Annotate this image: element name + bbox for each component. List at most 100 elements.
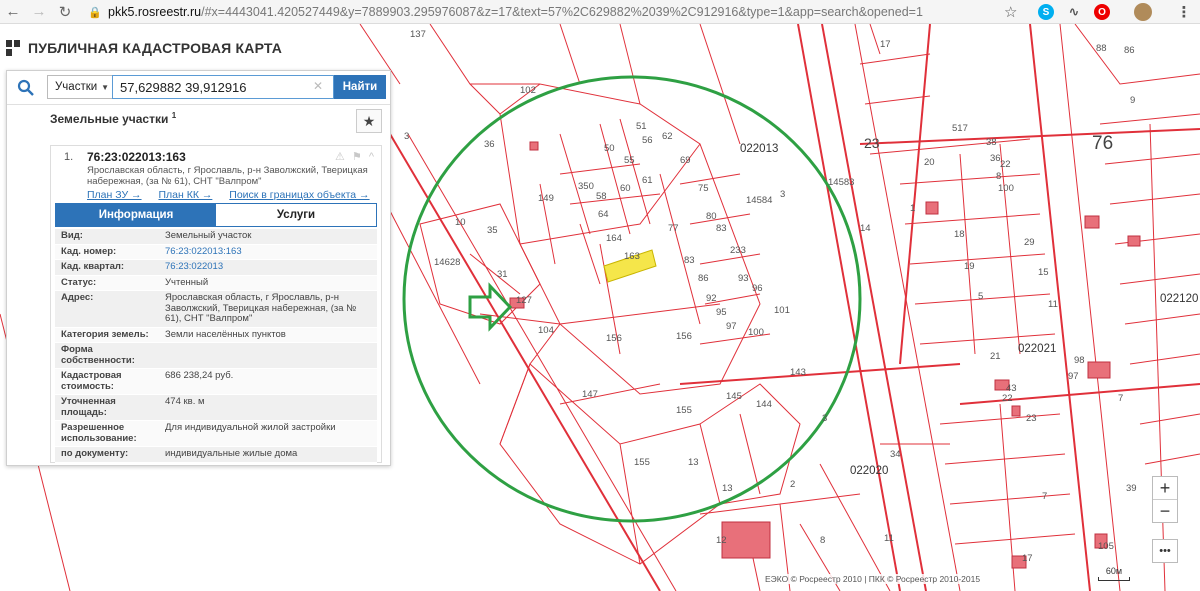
site-header: ПУБЛИЧНАЯ КАДАСТРОВАЯ КАРТА xyxy=(6,40,282,56)
site-logo-icon xyxy=(6,40,20,56)
map-label-parcel: 22 xyxy=(1000,159,1011,170)
result-number: 1. xyxy=(64,151,74,163)
info-value-link[interactable]: 76:23:022013:163 xyxy=(159,245,377,260)
lock-icon: 🔒 xyxy=(88,6,102,19)
map-label-parcel: 10 xyxy=(455,217,466,228)
zoom-out-button[interactable]: − xyxy=(1153,500,1177,522)
info-value: Учтенный xyxy=(165,276,209,288)
map-label-parcel: 83 xyxy=(684,255,695,266)
info-row: Вид: Земельный участок xyxy=(55,229,377,245)
map-label-parcel: 350 xyxy=(578,181,594,192)
info-value: Земельный участок xyxy=(165,230,252,241)
info-key: Форма собственности: xyxy=(61,344,135,366)
search-icon[interactable] xyxy=(17,79,35,97)
info-value: 474 кв. м xyxy=(165,396,205,407)
info-key: Статус: xyxy=(61,276,97,288)
map-label-parcel: 155 xyxy=(634,457,650,468)
info-key: Разрешенное использование: xyxy=(61,422,137,444)
map-label-quarter: 022013 xyxy=(740,143,779,155)
info-key: Адрес: xyxy=(61,292,94,303)
skype-extension-icon[interactable]: S xyxy=(1038,4,1054,20)
info-key: по документу: xyxy=(61,448,129,459)
tab-information[interactable]: Информация xyxy=(56,204,216,226)
info-key: Уточненная площадь: xyxy=(61,396,116,418)
map-label-parcel: 75 xyxy=(698,183,709,194)
extension-wave-icon[interactable]: ∿ xyxy=(1066,4,1082,20)
info-key: Кад. квартал: xyxy=(61,261,125,272)
scale-label: 60м xyxy=(1105,566,1123,576)
results-header: Земельные участки 1 xyxy=(50,111,176,126)
info-value: 686 238,24 руб. xyxy=(165,370,234,381)
forward-icon[interactable]: → xyxy=(26,1,52,23)
map-label-parcel: 105 xyxy=(1098,541,1114,552)
map-label-parcel: 98 xyxy=(1074,355,1085,366)
map-label-parcel: 163 xyxy=(624,251,640,262)
map-label-parcel: 38 xyxy=(986,137,997,148)
map-label-zone-76: 76 xyxy=(1092,133,1114,154)
map-label-parcel: 29 xyxy=(1024,237,1035,248)
tab-services[interactable]: Услуги xyxy=(216,204,376,226)
map-label-parcel: 14628 xyxy=(434,257,461,268)
map-label-parcel: 5 xyxy=(978,291,984,302)
map-label-parcel: 36 xyxy=(484,139,495,150)
result-action-icons[interactable]: ⚠ ⚑ ^ xyxy=(335,150,376,163)
results-header-label: Земельные участки xyxy=(50,112,169,126)
map-label-parcel: 95 xyxy=(716,307,727,318)
map-label-parcel: 62 xyxy=(662,131,673,142)
map-label-parcel: 83 xyxy=(716,223,727,234)
favorite-star-button[interactable]: ★ xyxy=(356,109,382,133)
search-in-bounds-link[interactable]: Поиск в границах объекта → xyxy=(229,189,369,201)
browser-menu-icon[interactable]: ⋮ xyxy=(1176,4,1192,21)
map-label-parcel: 51 xyxy=(636,121,647,132)
map-label-parcel: 155 xyxy=(676,405,692,416)
opera-extension-icon[interactable]: O xyxy=(1094,4,1110,20)
map-label-quarter: 022120 xyxy=(1160,293,1199,305)
more-options-button[interactable]: ••• xyxy=(1152,539,1178,563)
info-table: Вид: Земельный участок Кад. номер: 76:23:0… xyxy=(55,229,377,463)
map-label-parcel: 97 xyxy=(726,321,737,332)
url-host: pkk5.rosreestr.ru xyxy=(108,5,202,19)
result-cadastral-number[interactable]: 76:23:022013:163 xyxy=(87,150,186,164)
map-label-parcel: 12 xyxy=(716,535,727,546)
address-bar[interactable]: 🔒 pkk5.rosreestr.ru /#x=4443041.42052744… xyxy=(88,2,1030,22)
clear-icon[interactable]: ✕ xyxy=(313,79,323,93)
info-row: Статус: Учтенный xyxy=(55,275,377,291)
scale-bar xyxy=(1098,577,1130,581)
map-label-parcel: 77 xyxy=(668,223,679,234)
map-label-parcel: 149 xyxy=(538,193,554,204)
map-label-parcel: 156 xyxy=(606,333,622,344)
zoom-in-button[interactable]: + xyxy=(1153,477,1177,499)
reload-icon[interactable]: ↻ xyxy=(52,1,78,23)
map-label-parcel: 86 xyxy=(698,273,709,284)
map-label-parcel: 100 xyxy=(998,183,1014,194)
info-value-link[interactable]: 76:23:022013 xyxy=(159,260,377,275)
back-icon[interactable]: ← xyxy=(0,1,26,23)
map-label-zone-23: 23 xyxy=(864,135,880,151)
map-label-quarter: 022020 xyxy=(850,465,889,477)
find-button[interactable]: Найти xyxy=(334,75,386,99)
search-row: Участки ▼ ✕ Найти xyxy=(7,71,390,105)
map-label-parcel: 233 xyxy=(730,245,746,256)
info-row: Кад. номер: 76:23:022013:163 xyxy=(55,244,377,260)
map-label-parcel: 56 xyxy=(642,135,653,146)
map-label-parcel: 20 xyxy=(924,157,935,168)
profile-avatar-icon[interactable] xyxy=(1134,3,1152,21)
search-type-select[interactable]: Участки ▼ xyxy=(47,75,113,99)
info-value xyxy=(159,343,377,368)
info-row: Уточненная площадь: 474 кв. м xyxy=(55,395,377,421)
map-label-parcel: 2 xyxy=(790,479,796,490)
map-label-parcel: 17 xyxy=(1022,553,1033,564)
info-row: Адрес: Ярославская область, г Ярославль, … xyxy=(55,291,377,328)
zoom-controls: + − xyxy=(1152,476,1178,523)
bookmark-star-icon[interactable]: ☆ xyxy=(1004,3,1017,21)
site-title: ПУБЛИЧНАЯ КАДАСТРОВАЯ КАРТА xyxy=(28,40,283,56)
search-input[interactable] xyxy=(112,75,334,99)
map-label-parcel: 34 xyxy=(890,449,901,460)
plan-zu-link[interactable]: План ЗУ → xyxy=(87,189,142,201)
map-label-parcel: 3 xyxy=(404,131,410,142)
plan-kk-link[interactable]: План КК → xyxy=(158,189,212,201)
map-label-parcel: 147 xyxy=(582,389,598,400)
map-label-parcel: 31 xyxy=(497,269,508,280)
map-label-parcel: 104 xyxy=(538,325,554,336)
info-row: Кад. квартал: 76:23:022013 xyxy=(55,260,377,276)
